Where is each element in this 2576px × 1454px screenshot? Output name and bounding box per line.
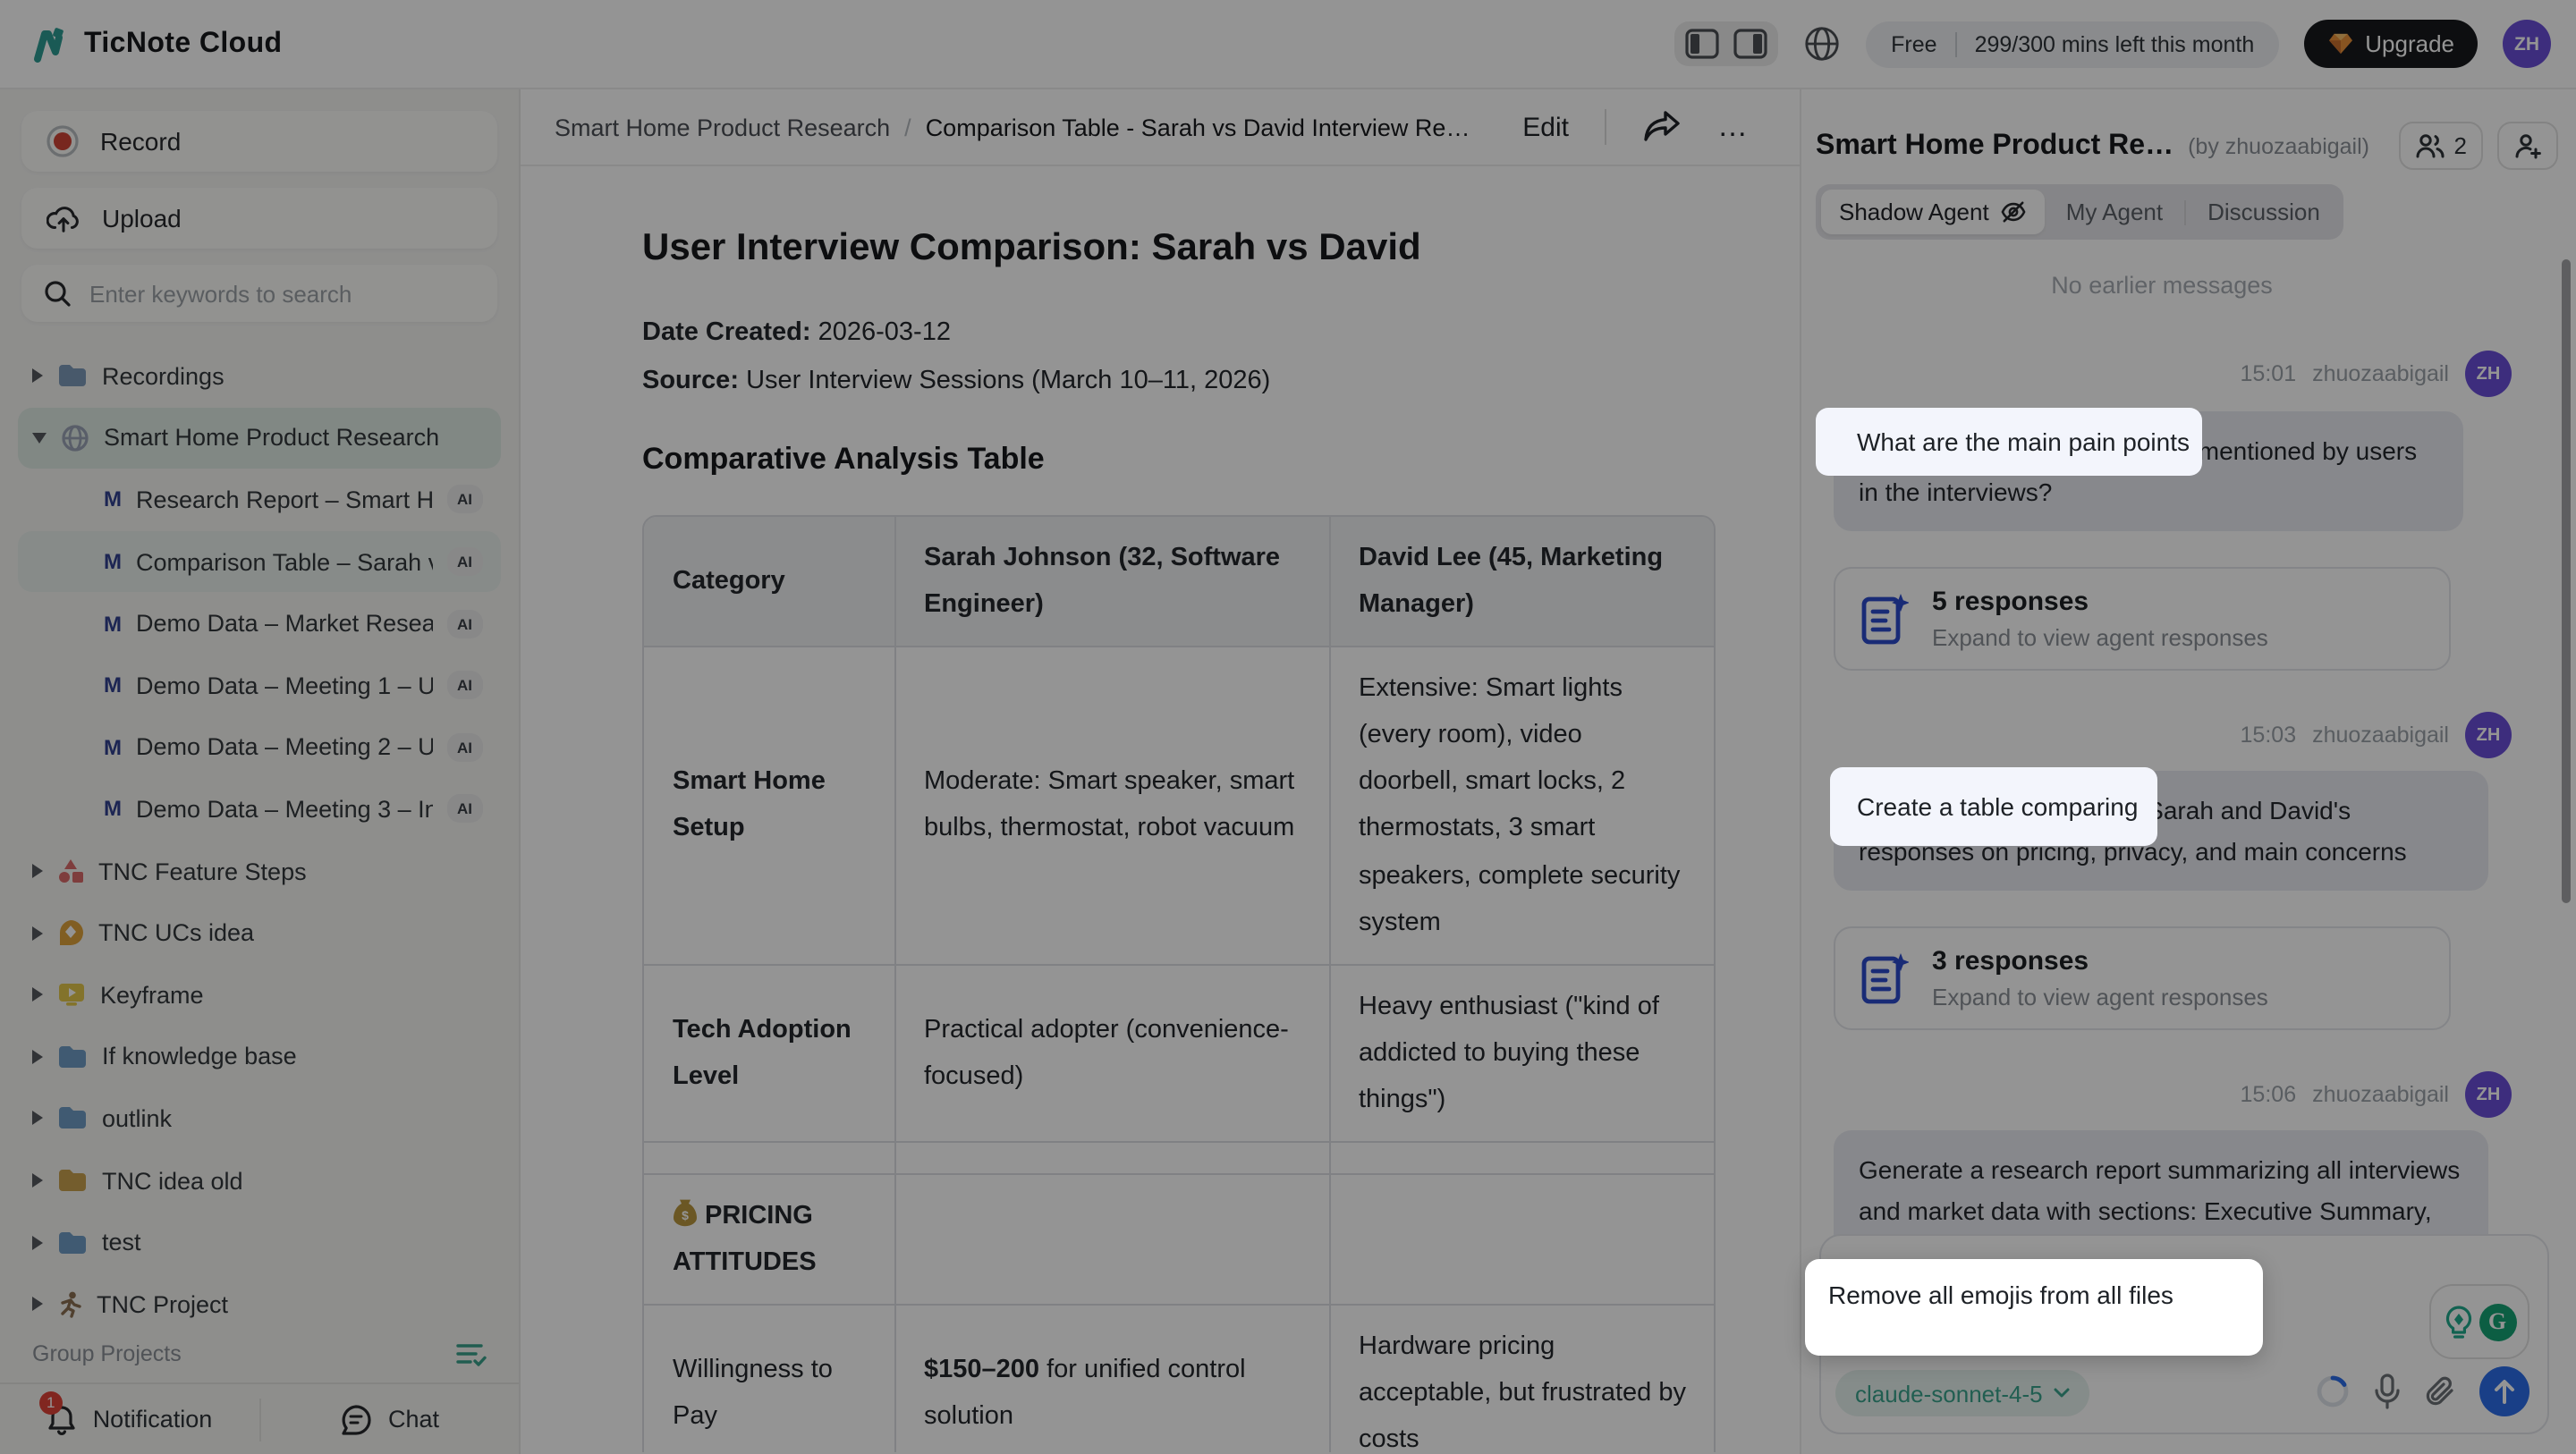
dim-overlay: [0, 0, 2576, 1454]
spotlight-highlight-2: Create a table comparing: [1830, 767, 2157, 846]
spotlight-highlight-1: What are the main pain points: [1816, 408, 2202, 476]
spotlight-composer-input[interactable]: Remove all emojis from all files: [1805, 1259, 2263, 1356]
app-window: TicNote Cloud Free 299/300 mins left thi…: [0, 0, 2576, 1454]
